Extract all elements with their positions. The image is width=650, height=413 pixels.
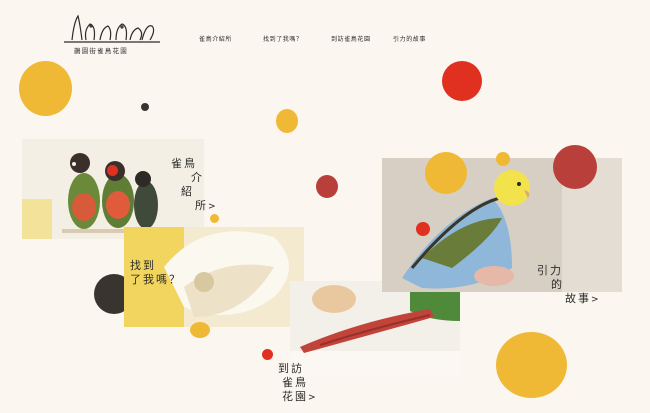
label-line: 紹 [181,185,194,198]
label-line: 所> [195,199,218,212]
nav-item-story[interactable]: 引力的故事 [393,34,426,43]
decor-dot-yellow-under-card [190,322,210,338]
label-line: 了我嗎？ [130,273,182,286]
label-line: 故事> [565,292,601,305]
decor-dot-yellow-on-budgie [425,152,467,194]
decor-dot-yellow-tiny [496,152,510,166]
label-line: 引力 [537,264,563,277]
nav-item-bird-intro[interactable]: 雀鳥介紹所 [199,34,232,43]
arrow-icon: > [208,202,218,212]
birds-logo-icon [64,14,160,43]
decor-dot-yellow-bottom [496,332,567,398]
logo-text: 鵲園街雀鳥花園 [74,47,128,55]
decor-dot-red-top [442,61,482,101]
label-story[interactable]: 引力 的 故事> [537,264,601,307]
label-line: 找到 [130,259,156,272]
nav-item-find-me[interactable]: 找到了我嗎？ [263,34,303,43]
decor-dot-yellow-medium [276,109,298,133]
label-line: 到訪 [278,362,304,375]
label-line: 的 [551,278,564,291]
arrow-icon: > [591,295,601,305]
label-find-me[interactable]: 找到 了我嗎？ [130,259,182,287]
arrow-icon: > [308,393,318,403]
decor-dot-red-small [262,349,273,360]
decor-dot-red-on-card [107,165,118,176]
decor-dot-yellow-large [19,61,72,116]
label-line: 介 [191,171,204,184]
decor-dot-yellow-small [210,214,219,223]
site-logo[interactable]: 鵲園街雀鳥花園 [62,12,162,60]
label-bird-intro[interactable]: 雀鳥 介 紹 所> [171,157,218,214]
decor-dot-red-on-budgie [416,222,430,236]
decor-dot-brick [316,175,338,198]
label-visit-garden[interactable]: 到訪 雀鳥 花園> [278,362,318,405]
label-line: 雀鳥 [171,157,197,170]
label-line: 花園> [282,390,318,403]
decor-dot-dark-small [141,103,149,111]
label-line: 雀鳥 [282,376,308,389]
decor-dot-brick-large [553,145,597,189]
nav-item-visit-garden[interactable]: 到訪雀鳥花園 [331,34,371,43]
